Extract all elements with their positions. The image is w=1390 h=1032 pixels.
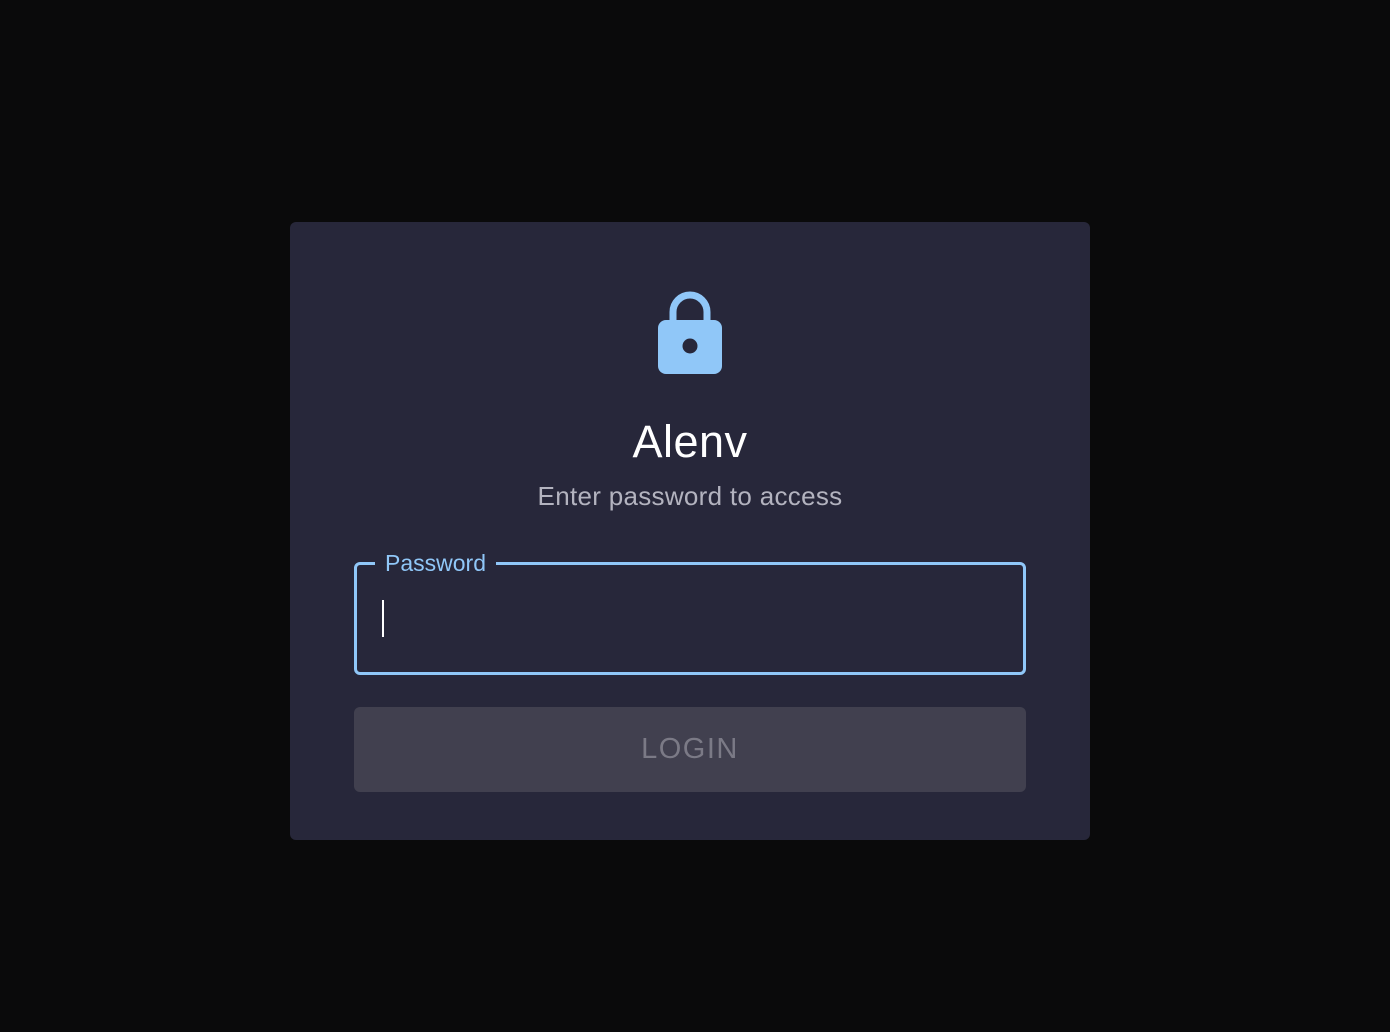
password-field[interactable]: Password: [354, 548, 1026, 675]
login-button[interactable]: LOGIN: [354, 707, 1026, 792]
lock-icon: [658, 291, 722, 374]
password-field-label: Password: [375, 548, 496, 578]
login-subtitle: Enter password to access: [537, 481, 843, 511]
password-input[interactable]: [377, 591, 997, 647]
app-title: Alenv: [632, 416, 748, 467]
text-caret: [382, 600, 384, 637]
login-card: Alenv Enter password to access Password …: [290, 222, 1090, 840]
